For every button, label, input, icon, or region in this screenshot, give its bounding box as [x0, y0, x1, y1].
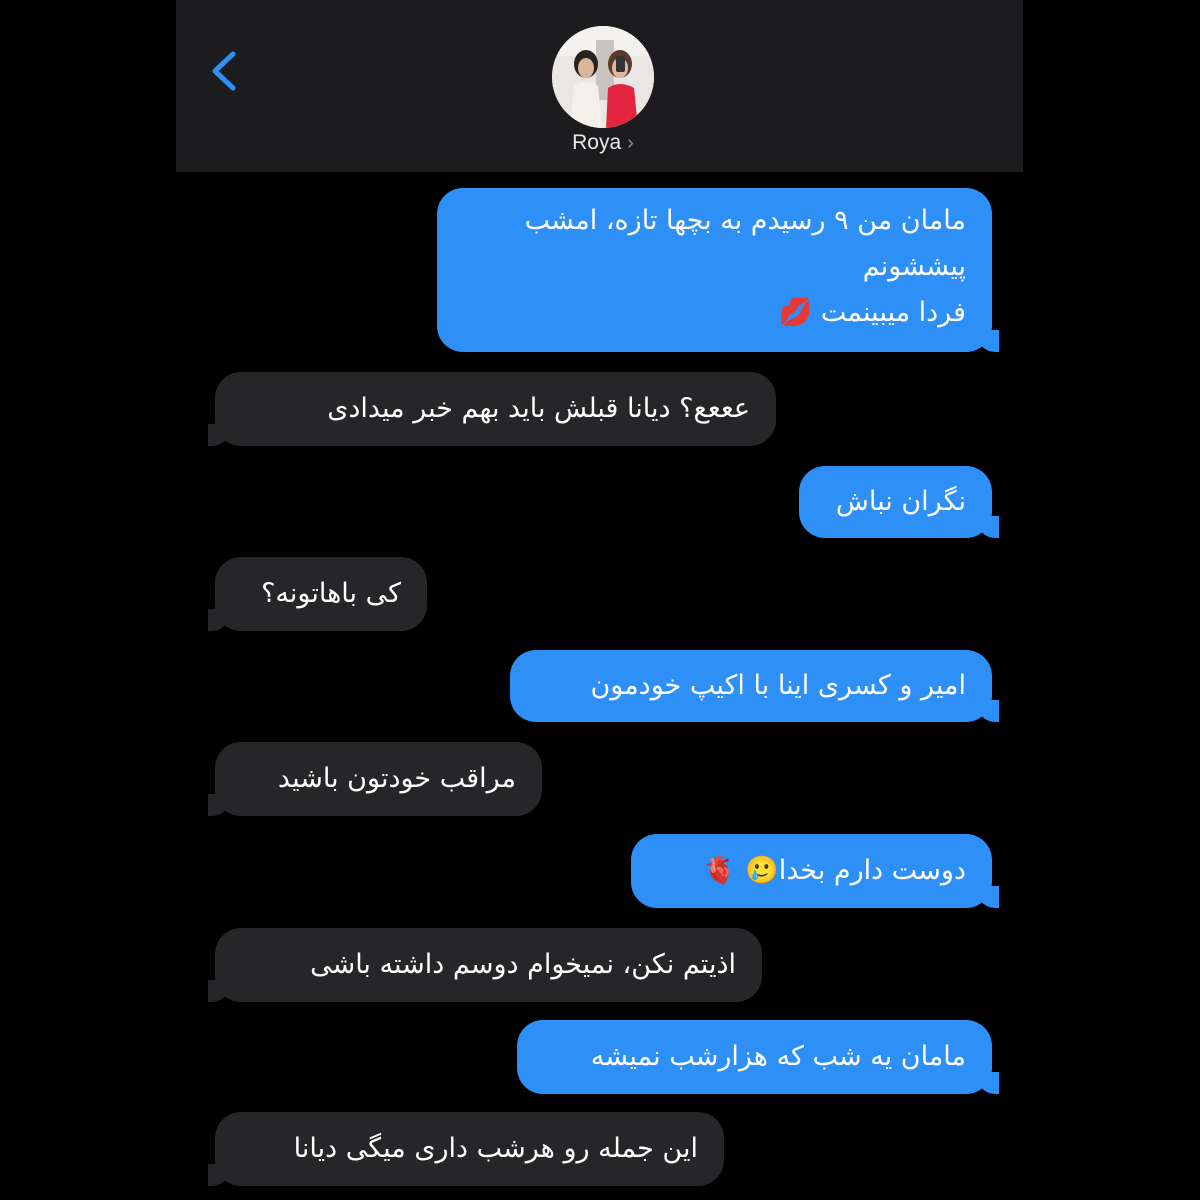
message-text: عععع؟ دیانا قبلش باید بهم خبر میدادی: [327, 393, 750, 424]
contact-name-button[interactable]: Roya ›: [540, 128, 666, 158]
avatar-photo: [552, 26, 654, 128]
message-bubble-sent[interactable]: دوست دارم بخدا🥲 🫀: [631, 834, 999, 908]
message-text-line: پیششونم: [862, 251, 966, 282]
message-text: کی باهاتونه؟: [261, 578, 401, 609]
message-text: این جمله رو هرشب داری میگی دیانا: [293, 1133, 698, 1164]
message-text: مراقب خودتون باشید: [277, 763, 516, 794]
message-bubble-sent[interactable]: نگران نباش: [799, 466, 999, 538]
message-text-line: مامان من ۹ رسیدم به بچها تازه، امشب: [524, 205, 966, 236]
message-text: مامان یه شب که هزارشب نمیشه: [590, 1041, 966, 1072]
message-bubble-received[interactable]: این جمله رو هرشب داری میگی دیانا: [208, 1112, 724, 1186]
message-bubble-sent[interactable]: مامان من ۹ رسیدم به بچها تازه، امشب پیشش…: [437, 188, 999, 352]
message-bubble-received[interactable]: کی باهاتونه؟: [208, 557, 427, 631]
message-bubble-received[interactable]: اذیتم نکن، نمیخوام دوسم داشته باشی: [208, 928, 762, 1002]
message-text: دوست دارم بخدا🥲 🫀: [702, 855, 966, 886]
contact-name: Roya: [572, 131, 622, 154]
chevron-right-icon: ›: [627, 131, 634, 154]
message-bubble-received[interactable]: مراقب خودتون باشید: [208, 742, 542, 816]
message-text: اذیتم نکن، نمیخوام دوسم داشته باشی: [310, 949, 736, 980]
back-chevron-icon[interactable]: [205, 48, 245, 94]
message-bubble-received[interactable]: عععع؟ دیانا قبلش باید بهم خبر میدادی: [208, 372, 776, 446]
message-text-line: فردا میبینمت 💋: [778, 297, 966, 328]
message-text: نگران نباش: [835, 486, 966, 517]
message-bubble-sent[interactable]: مامان یه شب که هزارشب نمیشه: [517, 1020, 999, 1094]
message-text: امیر و کسری اینا با اکیپ خودمون: [590, 670, 966, 701]
contact-avatar[interactable]: [552, 26, 654, 128]
message-bubble-sent[interactable]: امیر و کسری اینا با اکیپ خودمون: [510, 650, 999, 722]
